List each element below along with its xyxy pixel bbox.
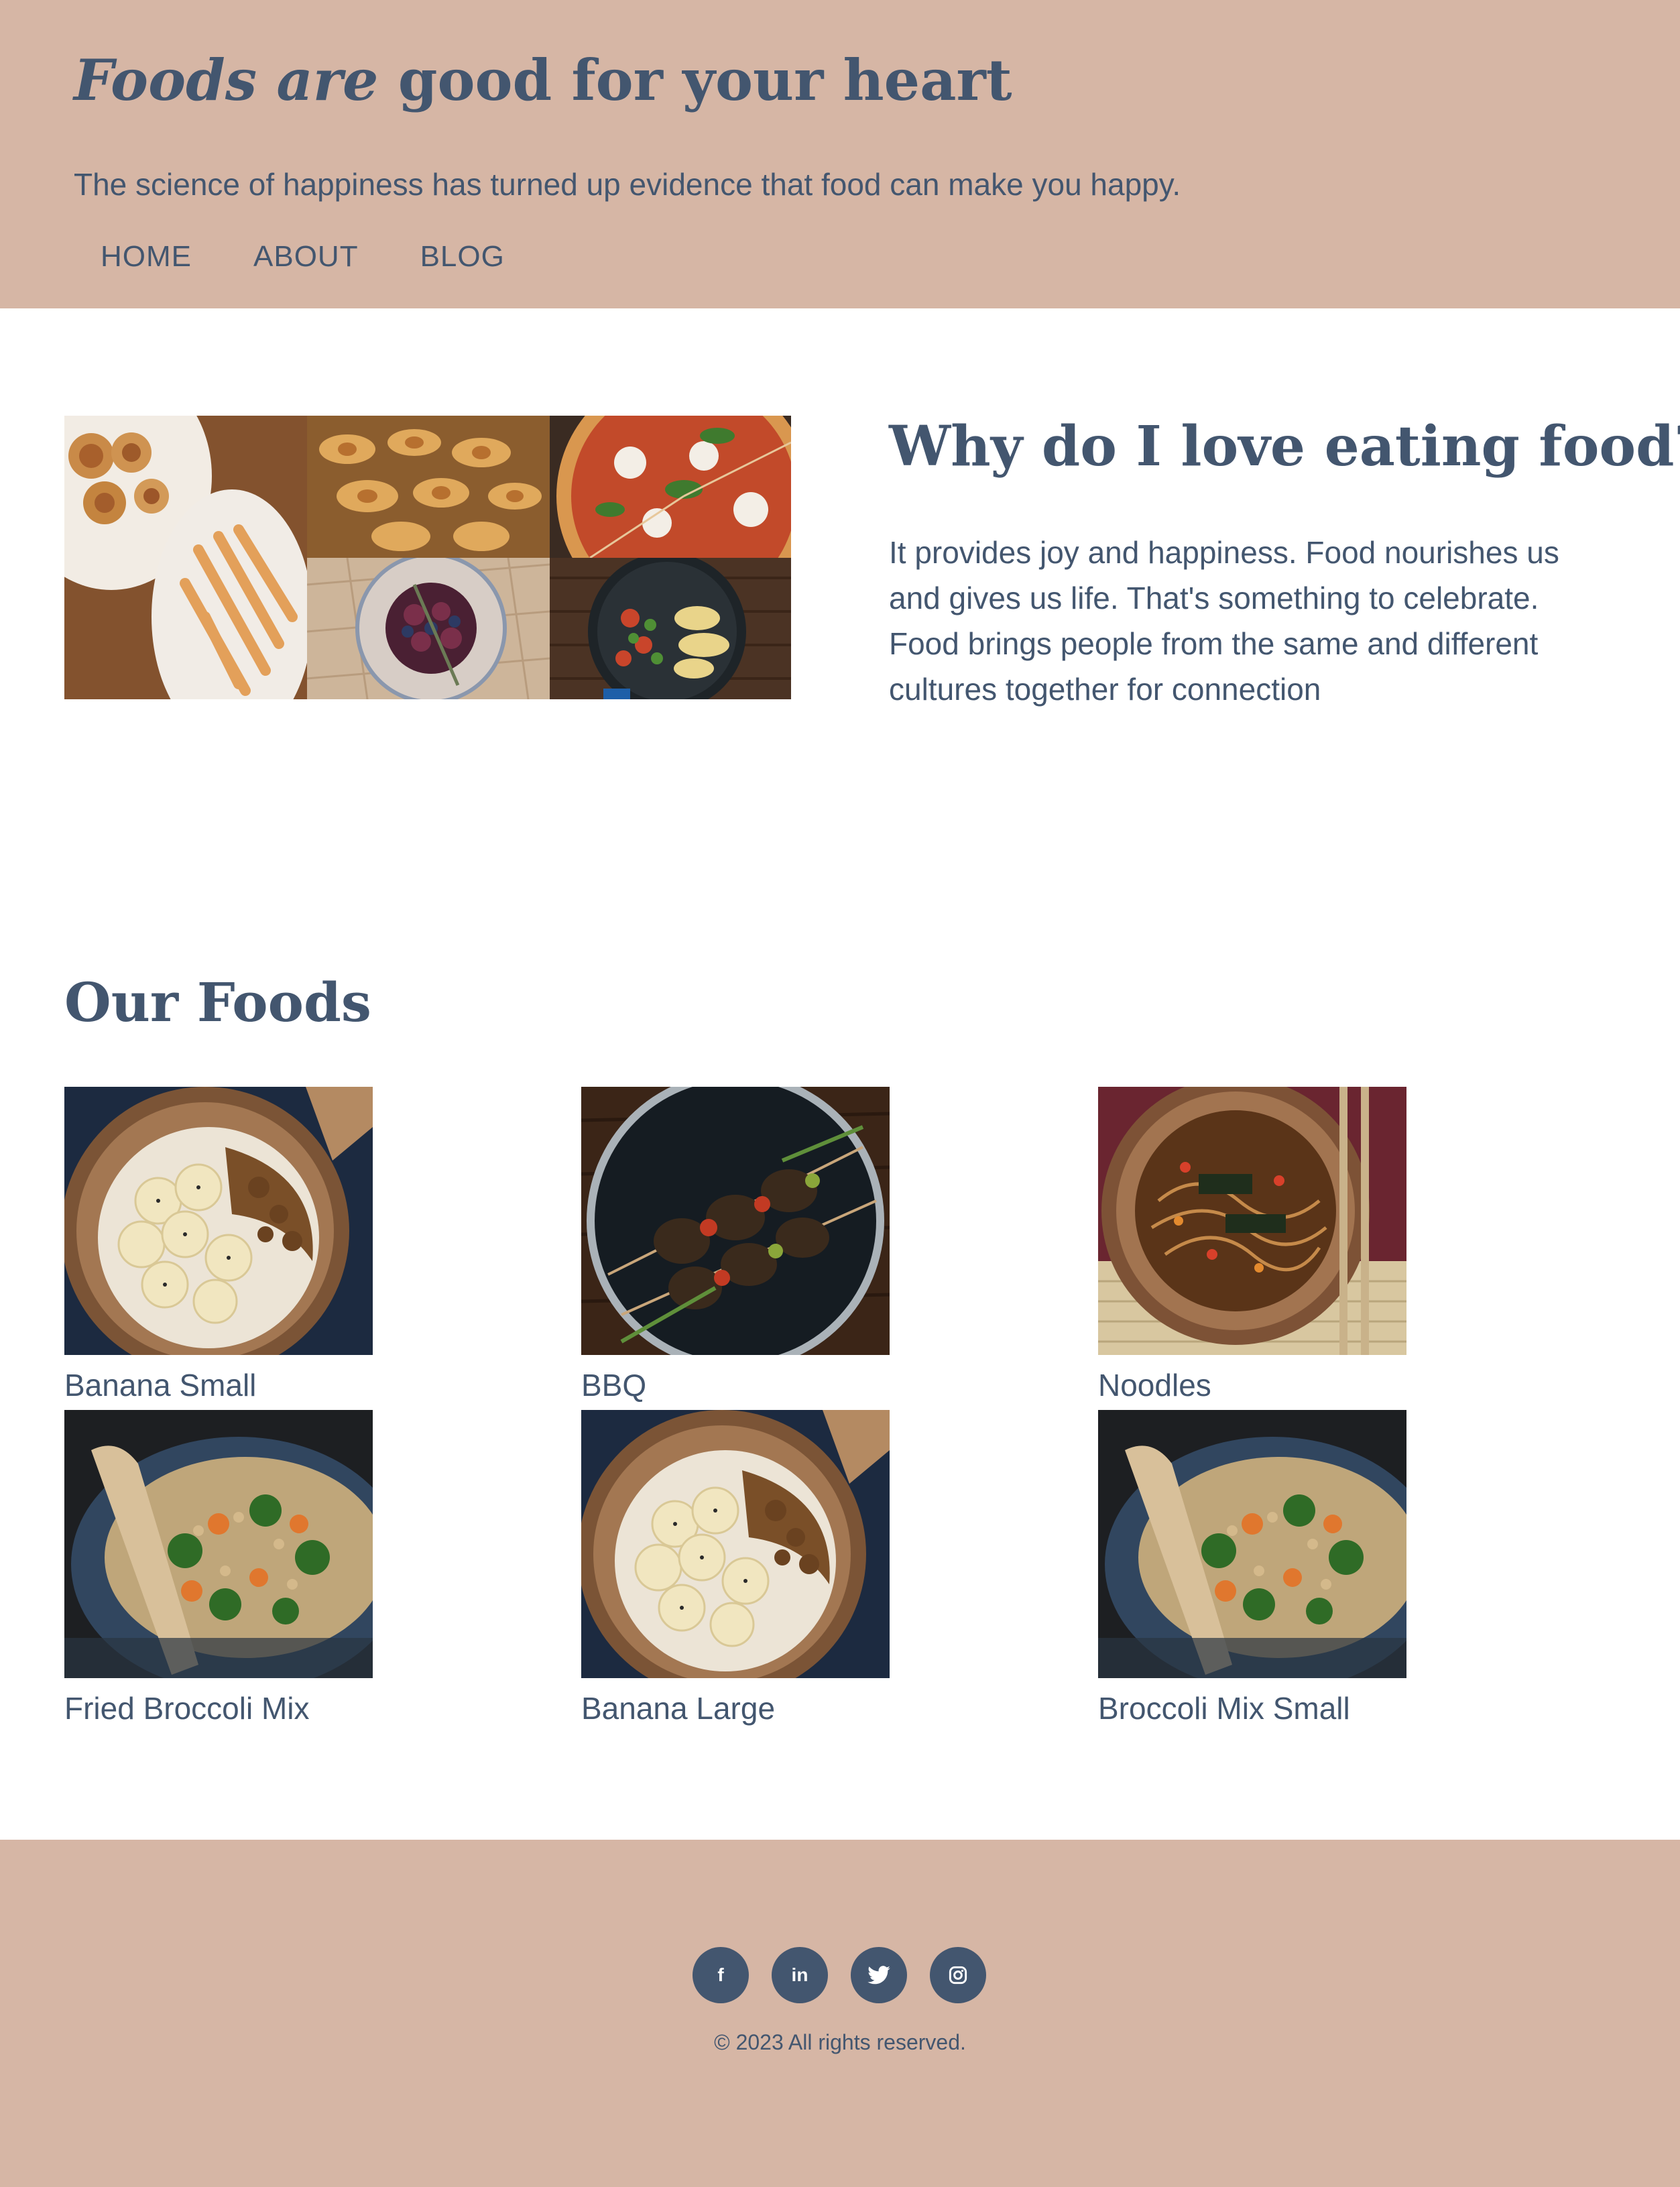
copyright-text: © 2023 All rights reserved.: [714, 2030, 966, 2054]
linkedin-icon[interactable]: in: [772, 1947, 828, 2003]
site-title-italic: Foods are: [74, 47, 379, 113]
site-tagline: The science of happiness has turned up e…: [74, 167, 1181, 202]
twitter-icon[interactable]: [851, 1947, 907, 2003]
food-card-noodles[interactable]: Noodles: [1098, 1087, 1406, 1403]
food-card-bbq[interactable]: BBQ: [581, 1087, 890, 1403]
main-nav: HOME ABOUT BLOG: [101, 240, 505, 274]
collage-pastries-tile: [64, 416, 307, 699]
food-label: Banana Large: [581, 1691, 776, 1726]
site-title: Foods are good for your heart: [74, 47, 1012, 113]
food-card-banana-large[interactable]: Banana Large: [581, 1410, 890, 1726]
foods-heading: Our Foods: [64, 971, 371, 1034]
intro-text: It provides joy and happiness. Food nour…: [889, 535, 1559, 707]
broccoli-pan-image: [64, 1410, 373, 1678]
site-header: Foods are good for your heart The scienc…: [0, 0, 1680, 308]
collage-pizza-tile: [550, 416, 791, 558]
collage-berries-tile: [307, 558, 550, 699]
site-title-rest: good for your heart: [378, 47, 1012, 113]
collage-croissants-tile: [307, 416, 550, 558]
facebook-icon[interactable]: f: [693, 1947, 749, 2003]
intro-heading: Why do I love eating food?: [889, 414, 1680, 479]
banana-bowl-image: [64, 1087, 373, 1355]
food-card-fried-broccoli-mix[interactable]: Fried Broccoli Mix: [64, 1410, 373, 1726]
banana-bowl-image: [581, 1410, 890, 1678]
food-label: Broccoli Mix Small: [1098, 1691, 1350, 1726]
noodles-bowl-image: [1098, 1087, 1406, 1355]
food-label: BBQ: [581, 1368, 647, 1403]
food-label: Banana Small: [64, 1368, 257, 1403]
nav-home-link[interactable]: HOME: [101, 240, 192, 274]
nav-blog-link[interactable]: BLOG: [420, 240, 505, 274]
food-card-banana-small[interactable]: Banana Small: [64, 1087, 373, 1403]
broccoli-pan-image: [1098, 1410, 1406, 1678]
food-card-broccoli-mix-small[interactable]: Broccoli Mix Small: [1098, 1410, 1406, 1726]
social-links: f in: [693, 1947, 986, 2003]
collage-pan-tile: [550, 558, 791, 699]
bbq-skewers-image: [581, 1087, 890, 1355]
food-label: Noodles: [1098, 1368, 1211, 1403]
food-label: Fried Broccoli Mix: [64, 1691, 310, 1726]
nav-about-link[interactable]: ABOUT: [253, 240, 359, 274]
site-footer: f in © 2023 All rights reserved.: [0, 1840, 1680, 2187]
instagram-icon[interactable]: [930, 1947, 986, 2003]
food-collage-image: [64, 416, 791, 699]
